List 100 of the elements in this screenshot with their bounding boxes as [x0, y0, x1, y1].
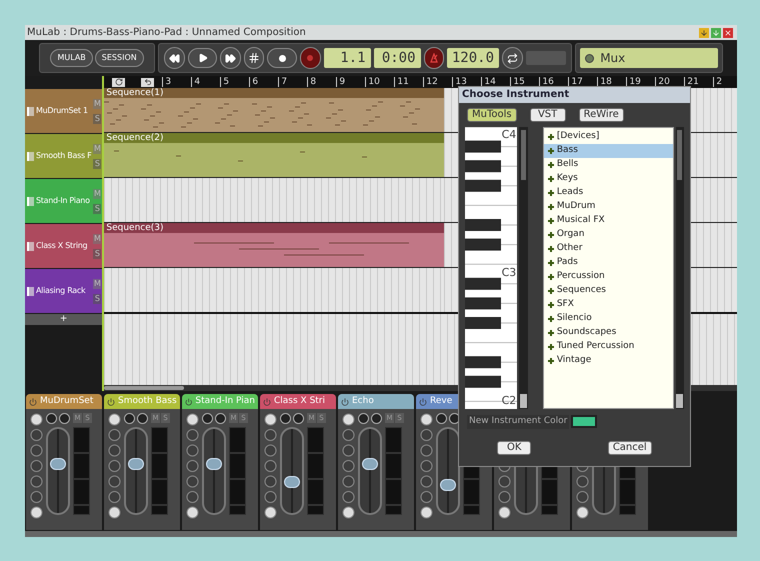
category-item[interactable]: [Devices] — [544, 130, 673, 144]
loop-start-icon[interactable] — [112, 78, 126, 86]
category-item[interactable]: Bass — [544, 144, 673, 158]
fader-track[interactable] — [46, 427, 70, 515]
category-item[interactable]: Sequences — [544, 284, 673, 298]
knobs-icon[interactable] — [280, 413, 304, 424]
solo-button[interactable]: S — [93, 294, 102, 304]
rewind-button[interactable] — [164, 47, 185, 69]
category-label: Tuned Percussion — [556, 340, 634, 354]
expand-plus-icon[interactable] — [548, 260, 554, 266]
fader-track[interactable] — [358, 427, 382, 515]
dialog-button[interactable]: OK — [497, 440, 532, 454]
list-scrollbar[interactable] — [676, 127, 684, 409]
power-icon[interactable] — [341, 398, 349, 406]
category-item[interactable]: Pads — [544, 256, 673, 270]
horizontal-scrollbar-thumb[interactable] — [104, 386, 184, 390]
category-item[interactable]: Tuned Percussion — [544, 340, 673, 354]
expand-plus-icon[interactable] — [548, 358, 554, 364]
fader-thumb[interactable] — [50, 458, 66, 470]
power-icon[interactable] — [419, 398, 427, 406]
power-icon[interactable] — [263, 398, 271, 406]
grid-button[interactable] — [244, 47, 264, 69]
punch-button[interactable] — [300, 47, 321, 69]
track-name: Stand-In Piano — [36, 195, 91, 207]
track-header[interactable]: Class X String M S — [25, 224, 102, 268]
knobs-icon[interactable] — [124, 413, 148, 424]
category-item[interactable]: Keys — [544, 172, 673, 186]
source-tab[interactable]: MuTools — [467, 108, 517, 122]
sequence-clip[interactable]: Sequence(1) — [104, 88, 444, 132]
expand-plus-icon[interactable] — [548, 274, 554, 280]
expand-plus-icon[interactable] — [548, 148, 554, 154]
category-item[interactable]: MuDrum — [544, 200, 673, 214]
power-icon[interactable] — [185, 398, 192, 406]
fader-thumb[interactable] — [128, 458, 144, 470]
fader-track[interactable] — [202, 427, 226, 515]
dialog-button[interactable]: Cancel — [608, 440, 652, 454]
fader-thumb[interactable] — [206, 458, 222, 470]
power-icon[interactable] — [29, 398, 37, 406]
expand-plus-icon[interactable] — [548, 232, 554, 238]
expand-plus-icon[interactable] — [548, 134, 554, 140]
keyboard-scrollbar[interactable] — [519, 127, 528, 409]
source-tab[interactable]: ReWire — [578, 108, 624, 122]
knobs-icon[interactable] — [436, 413, 460, 424]
category-item[interactable]: Other — [544, 242, 673, 256]
category-label: Bells — [556, 158, 578, 172]
expand-plus-icon[interactable] — [548, 162, 554, 168]
category-item[interactable]: Soundscapes — [544, 326, 673, 340]
knobs-icon[interactable] — [358, 413, 382, 424]
knobs-icon[interactable] — [202, 413, 226, 424]
metronome-button[interactable] — [424, 47, 444, 69]
knobs-icon[interactable] — [46, 413, 70, 424]
category-label: Leads — [556, 186, 584, 200]
fast-forward-button[interactable] — [220, 47, 241, 69]
instrument-icon — [27, 242, 34, 250]
expand-plus-icon[interactable] — [548, 302, 554, 308]
solo-button[interactable]: S — [93, 248, 102, 258]
window-title: MuLab : Drums-Bass-Piano-Pad : Unnamed Composition — [27, 26, 306, 40]
category-item[interactable]: Silencio — [544, 312, 673, 326]
expand-plus-icon[interactable] — [548, 176, 554, 182]
expand-plus-icon[interactable] — [548, 288, 554, 294]
source-tab[interactable]: VST — [530, 108, 566, 122]
sequence-clip[interactable]: Sequence(2) — [104, 133, 444, 177]
category-item[interactable]: Vintage — [544, 354, 673, 368]
category-item[interactable]: Musical FX — [544, 214, 673, 228]
add-track-button[interactable]: + — [25, 314, 102, 325]
mode-button[interactable]: SESSION — [94, 49, 144, 67]
track-header[interactable]: Aliasing Rack M S — [25, 269, 102, 313]
fader-thumb[interactable] — [440, 479, 456, 492]
expand-plus-icon[interactable] — [548, 218, 554, 224]
category-item[interactable]: SFX — [544, 298, 673, 312]
expand-plus-icon[interactable] — [548, 190, 554, 196]
play-button[interactable] — [188, 48, 218, 68]
category-item[interactable]: Bells — [544, 158, 673, 172]
color-swatch[interactable] — [571, 415, 598, 428]
loop-end-icon[interactable] — [141, 78, 154, 86]
bar-number: 5 — [220, 77, 250, 87]
fader-track[interactable] — [280, 427, 304, 515]
category-item[interactable]: Leads — [544, 186, 673, 200]
fader-track[interactable] — [436, 427, 460, 515]
loop-button[interactable] — [502, 47, 522, 69]
record-button[interactable] — [267, 48, 298, 68]
category-item[interactable]: Percussion — [544, 270, 673, 284]
fader-track[interactable] — [124, 427, 148, 515]
fader-thumb[interactable] — [362, 458, 378, 470]
expand-plus-icon[interactable] — [548, 330, 554, 336]
sequence-clip[interactable]: Sequence(3) — [104, 223, 444, 267]
minimize-button[interactable] — [699, 28, 709, 38]
power-icon[interactable] — [107, 398, 115, 406]
fader-thumb[interactable] — [284, 476, 300, 488]
expand-plus-icon[interactable] — [548, 316, 554, 322]
bar-number: 3 — [162, 77, 192, 87]
category-item[interactable]: Organ — [544, 228, 673, 242]
expand-plus-icon[interactable] — [548, 246, 554, 252]
expand-plus-icon[interactable] — [548, 344, 554, 350]
fast-forward-icon — [225, 52, 236, 64]
close-button[interactable] — [723, 28, 733, 38]
expand-plus-icon[interactable] — [548, 204, 554, 210]
track-name: MuDrumSet 1 — [36, 105, 89, 117]
mode-button[interactable]: MULAB — [50, 49, 93, 67]
time-display: 0:00 — [374, 48, 421, 68]
